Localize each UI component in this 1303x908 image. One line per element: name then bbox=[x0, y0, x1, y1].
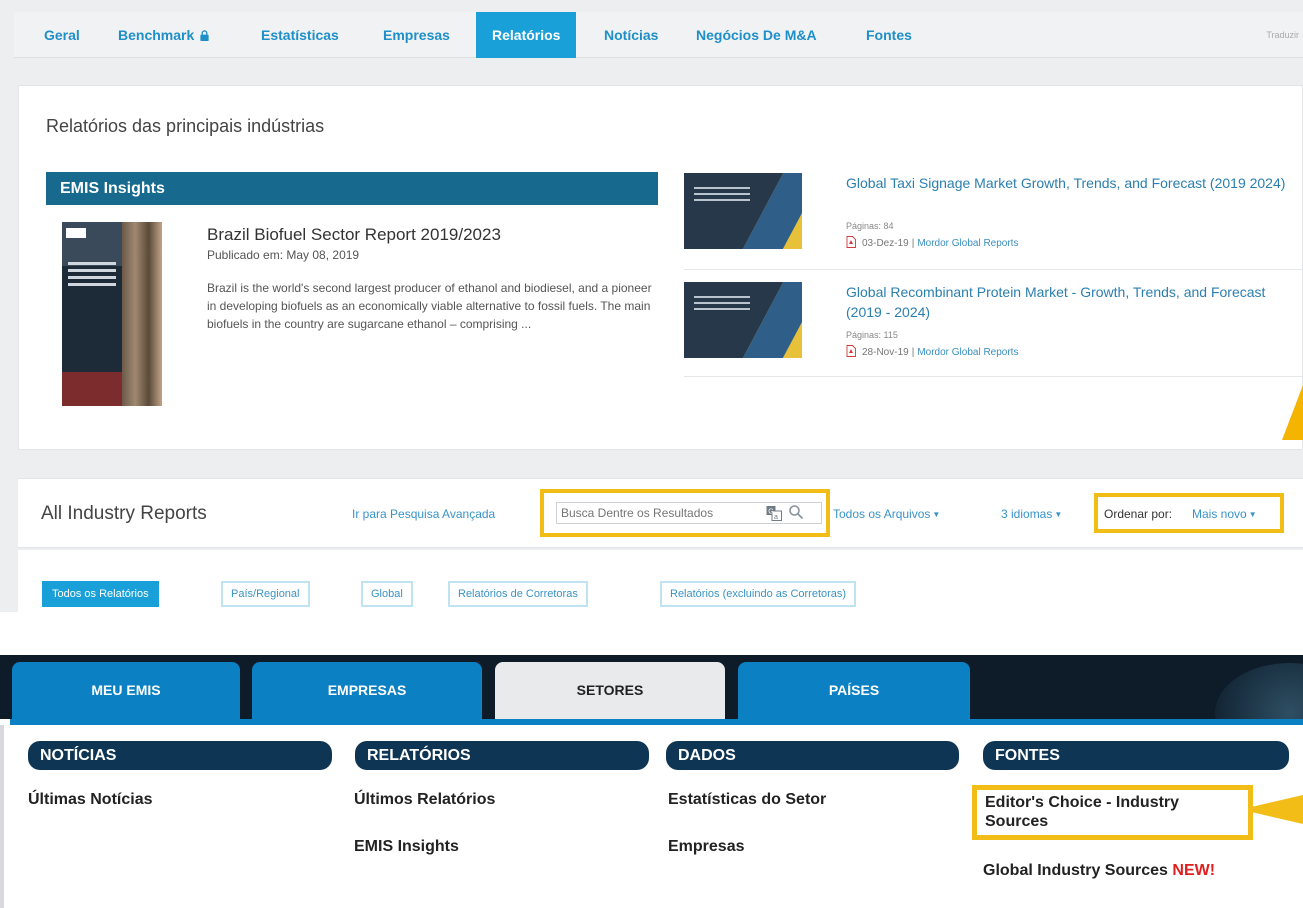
side-report-item: Global Recombinant Protein Market - Grow… bbox=[684, 282, 1303, 382]
lock-icon bbox=[200, 30, 209, 41]
translate-icon[interactable]: Ga bbox=[766, 505, 782, 521]
side-report-pages: Páginas: 115 bbox=[846, 330, 898, 340]
side-report-thumbnail[interactable] bbox=[684, 173, 802, 249]
side-report-date: 03-Dez-19 bbox=[862, 238, 909, 249]
section-header-noticias: NOTÍCIAS bbox=[28, 741, 332, 770]
section-header-fontes: FONTES bbox=[983, 741, 1289, 770]
emis-insights-header: EMIS Insights bbox=[46, 172, 658, 205]
languages-label: 3 idiomas bbox=[1001, 507, 1053, 521]
annotation-arrow bbox=[1282, 385, 1303, 440]
main-tab-setores[interactable]: SETORES bbox=[495, 662, 725, 719]
sectors-menu-screenshot: MEU EMIS EMPRESAS SETORES PAÍSES NOTÍCIA… bbox=[0, 655, 1303, 908]
featured-report-title[interactable]: Brazil Biofuel Sector Report 2019/2023 bbox=[207, 225, 501, 245]
pdf-icon bbox=[846, 345, 856, 357]
file-type-label: Todos os Arquivos bbox=[833, 507, 931, 521]
chip-global[interactable]: Global bbox=[361, 581, 413, 607]
side-report-item: Global Taxi Signage Market Growth, Trend… bbox=[684, 173, 1303, 273]
link-ultimas-noticias[interactable]: Últimas Notícias bbox=[28, 791, 152, 809]
main-tab-empresas[interactable]: EMPRESAS bbox=[252, 662, 482, 719]
search-within-results-input[interactable] bbox=[556, 502, 822, 524]
section-header-relatorios: RELATÓRIOS bbox=[355, 741, 649, 770]
main-nav-bar: MEU EMIS EMPRESAS SETORES PAÍSES bbox=[0, 655, 1303, 719]
svg-text:a: a bbox=[774, 514, 778, 521]
sort-highlight-box: Ordenar por: Mais novo ▼ bbox=[1094, 493, 1284, 533]
search-icon[interactable] bbox=[788, 504, 804, 520]
annotation-pointer bbox=[1253, 795, 1303, 824]
caret-down-icon: ▼ bbox=[1248, 510, 1257, 519]
tab-relatorios[interactable]: Relatórios bbox=[476, 12, 577, 58]
caret-down-icon: ▼ bbox=[932, 510, 941, 519]
pdf-icon bbox=[846, 236, 856, 248]
side-report-title[interactable]: Global Recombinant Protein Market - Grow… bbox=[846, 282, 1301, 322]
featured-reports-title: Relatórios das principais indústrias bbox=[46, 116, 325, 136]
link-ultimos-relatorios[interactable]: Últimos Relatórios bbox=[354, 791, 495, 809]
tab-negocios-ma[interactable]: Negócios De M&A bbox=[696, 12, 817, 58]
side-report-date: 28-Nov-19 bbox=[862, 347, 909, 358]
advanced-search-link[interactable]: Ir para Pesquisa Avançada bbox=[352, 507, 495, 521]
sort-label: Ordenar por: bbox=[1104, 507, 1173, 521]
tab-benchmark-label: Benchmark bbox=[118, 27, 195, 43]
languages-dropdown[interactable]: 3 idiomas ▼ bbox=[1001, 507, 1062, 521]
side-report-meta: 03-Dez-19 | Mordor Global Reports bbox=[846, 236, 1018, 249]
tab-empresas[interactable]: Empresas bbox=[383, 12, 450, 58]
link-empresas[interactable]: Empresas bbox=[668, 838, 745, 856]
side-report-pages: Páginas: 84 bbox=[846, 221, 894, 231]
side-report-source[interactable]: Mordor Global Reports bbox=[917, 347, 1018, 358]
translate-link[interactable]: Traduzir bbox=[1266, 12, 1299, 58]
featured-report-cover[interactable] bbox=[62, 222, 162, 406]
file-type-dropdown[interactable]: Todos os Arquivos ▼ bbox=[833, 507, 940, 521]
tab-geral[interactable]: Geral bbox=[44, 12, 80, 58]
chip-pais-regional[interactable]: País/Regional bbox=[221, 581, 310, 607]
tab-estatisticas[interactable]: Estatísticas bbox=[261, 12, 339, 58]
svg-text:G: G bbox=[768, 508, 773, 515]
report-filter-chips: Todos os Relatórios País/Regional Global… bbox=[18, 550, 1303, 612]
section-header-dados: DADOS bbox=[666, 741, 959, 770]
main-tab-meu-emis[interactable]: MEU EMIS bbox=[12, 662, 240, 719]
new-badge: NEW! bbox=[1172, 862, 1216, 879]
search-highlight-box: Ga bbox=[540, 489, 830, 537]
featured-report-description: Brazil is the world's second largest pro… bbox=[207, 281, 652, 331]
side-report-meta: 28-Nov-19 | Mordor Global Reports bbox=[846, 345, 1018, 358]
link-global-industry-sources[interactable]: Global Industry Sources NEW! bbox=[983, 862, 1215, 880]
all-reports-title: All Industry Reports bbox=[41, 503, 207, 524]
section-tab-bar: Geral Benchmark Estatísticas Empresas Re… bbox=[14, 12, 1303, 58]
sort-dropdown[interactable]: Mais novo ▼ bbox=[1192, 507, 1257, 521]
tab-benchmark[interactable]: Benchmark bbox=[118, 12, 210, 58]
sort-value-label: Mais novo bbox=[1192, 507, 1247, 521]
reports-screenshot: Geral Benchmark Estatísticas Empresas Re… bbox=[0, 0, 1303, 612]
chip-todos-relatorios[interactable]: Todos os Relatórios bbox=[42, 581, 159, 607]
side-report-source[interactable]: Mordor Global Reports bbox=[917, 238, 1018, 249]
chip-relatorios-corretoras[interactable]: Relatórios de Corretoras bbox=[448, 581, 588, 607]
featured-report-date: Publicado em: May 08, 2019 bbox=[207, 248, 360, 262]
main-tab-paises[interactable]: PAÍSES bbox=[738, 662, 970, 719]
link-estatisticas-setor[interactable]: Estatísticas do Setor bbox=[668, 791, 826, 809]
featured-reports-panel: Relatórios das principais indústrias EMI… bbox=[18, 85, 1303, 450]
side-report-title[interactable]: Global Taxi Signage Market Growth, Trend… bbox=[846, 173, 1301, 193]
editors-choice-highlight: Editor's Choice - Industry Sources bbox=[972, 785, 1253, 840]
link-emis-insights[interactable]: EMIS Insights bbox=[354, 838, 459, 856]
chip-relatorios-excluindo-corretoras[interactable]: Relatórios (excluindo as Corretoras) bbox=[660, 581, 857, 607]
link-editors-choice-industry-sources[interactable]: Editor's Choice - Industry Sources bbox=[985, 793, 1245, 831]
tab-noticias[interactable]: Notícias bbox=[604, 12, 658, 58]
tab-fontes[interactable]: Fontes bbox=[866, 12, 912, 58]
side-report-thumbnail[interactable] bbox=[684, 282, 802, 358]
global-industry-sources-label: Global Industry Sources bbox=[983, 862, 1168, 879]
all-reports-toolbar: All Industry Reports Ir para Pesquisa Av… bbox=[18, 478, 1303, 548]
caret-down-icon: ▼ bbox=[1054, 510, 1063, 519]
